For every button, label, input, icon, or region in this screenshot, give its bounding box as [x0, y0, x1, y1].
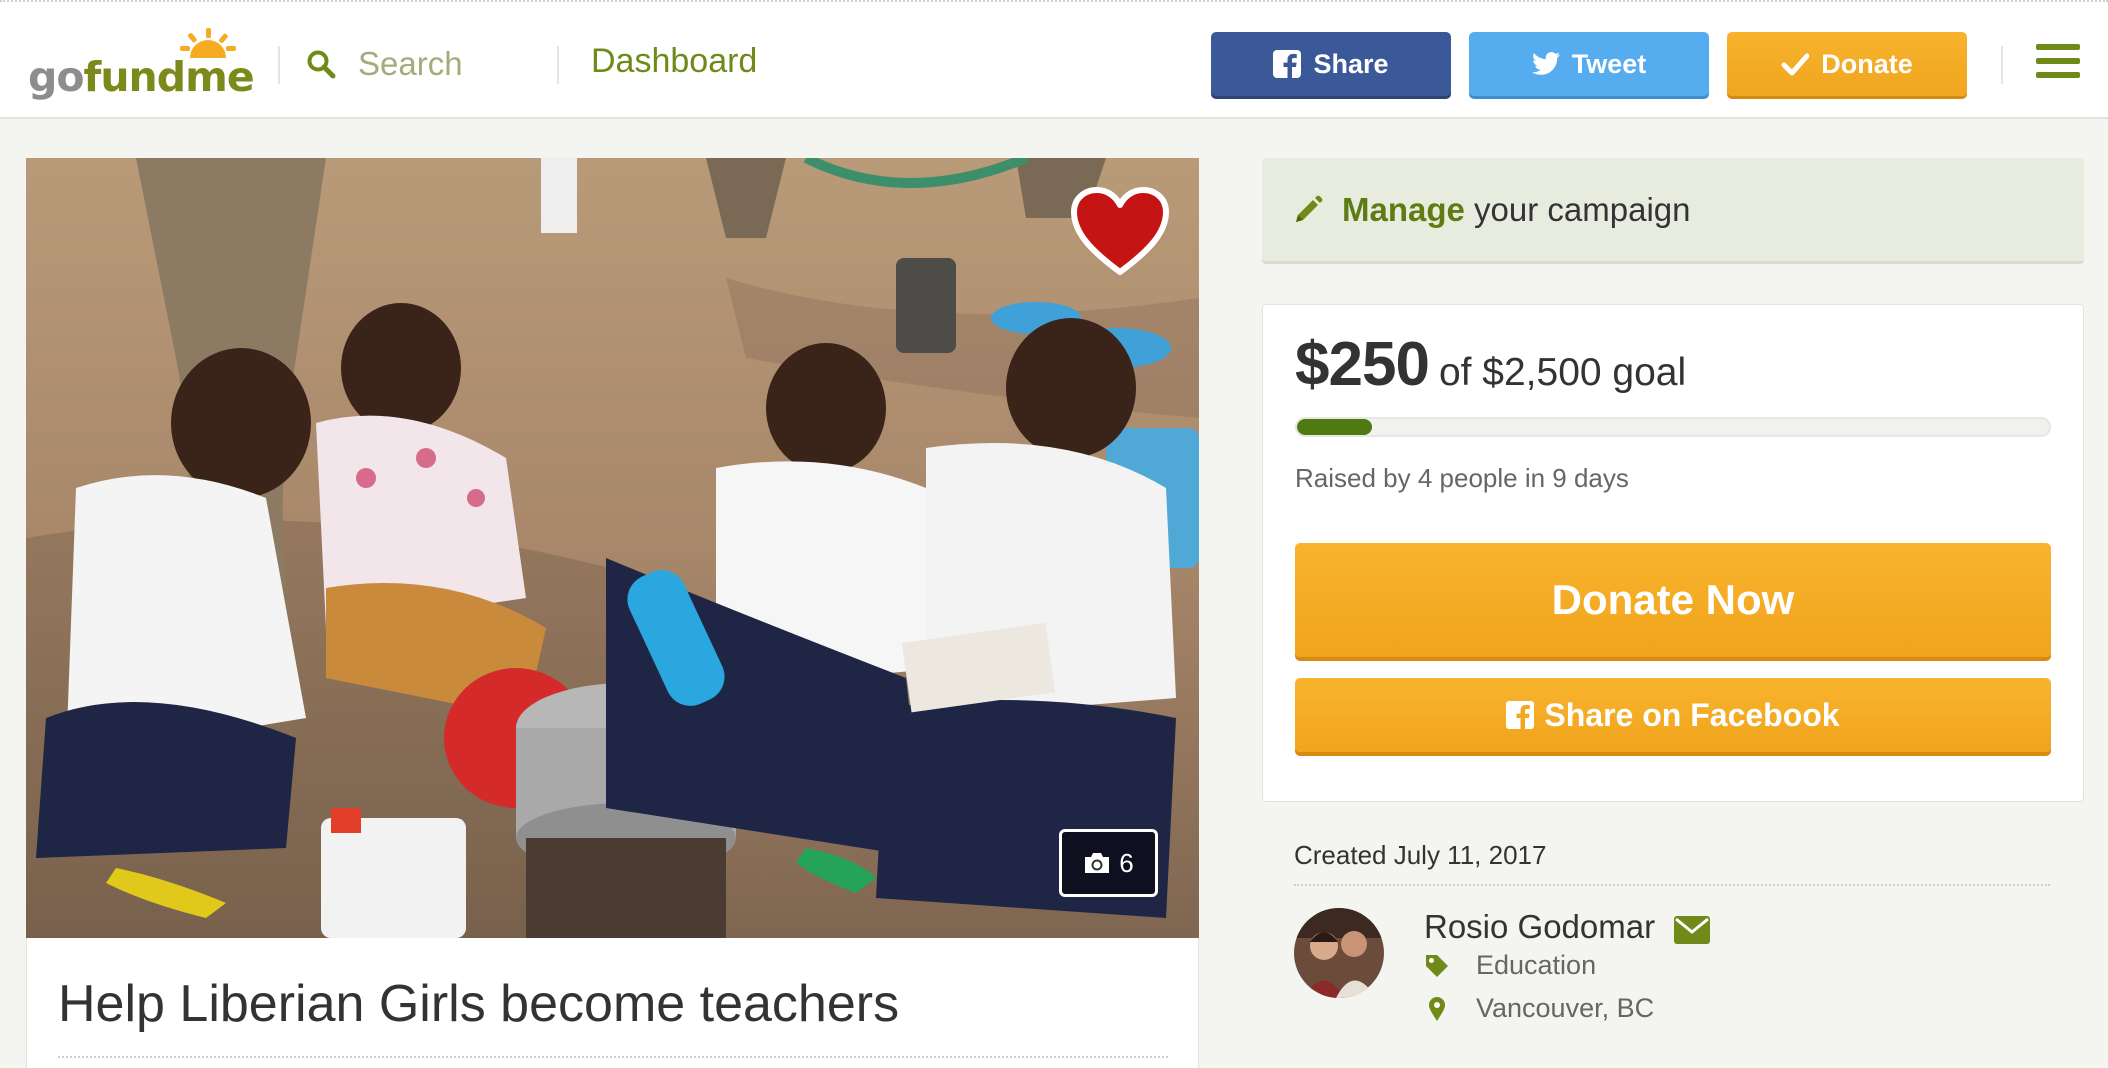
- logo-wordmark: gofundme: [28, 57, 255, 98]
- manage-strong: Manage: [1342, 190, 1465, 228]
- facebook-icon: [1273, 50, 1302, 78]
- top-navigation-bar: gofundme Dashboard Share Tweet Donate: [0, 0, 2108, 119]
- search-input[interactable]: [358, 45, 538, 83]
- header-donate-button[interactable]: Donate: [1727, 32, 1967, 96]
- camera-icon: [1085, 853, 1110, 873]
- campaign-photo-image: [26, 158, 1199, 938]
- pencil-icon: [1296, 195, 1323, 222]
- dashboard-link[interactable]: Dashboard: [591, 42, 757, 81]
- heart-icon[interactable]: [1070, 186, 1170, 278]
- raised-by-text: Raised by 4 people in 9 days: [1295, 463, 1629, 493]
- twitter-icon: [1531, 52, 1560, 75]
- progress-fill: [1297, 419, 1373, 435]
- map-pin-icon: [1429, 996, 1445, 1021]
- header-divider: [557, 46, 559, 84]
- share-on-facebook-button[interactable]: Share on Facebook: [1295, 678, 2051, 752]
- menu-icon[interactable]: [2036, 44, 2080, 82]
- amount-line: $250 of $2,500 goal: [1295, 329, 1686, 400]
- donation-card: $250 of $2,500 goal Raised by 4 people i…: [1262, 304, 2084, 802]
- divider: [1294, 884, 2050, 886]
- donate-button-label: Donate: [1821, 48, 1913, 79]
- donate-now-button[interactable]: Donate Now: [1295, 543, 2051, 657]
- logo-text-go: go: [28, 53, 85, 101]
- tweet-button[interactable]: Tweet: [1469, 32, 1709, 96]
- manage-campaign-text: Manage your campaign: [1342, 191, 1691, 229]
- logo-text-fund: fund: [83, 53, 187, 101]
- share-button-label: Share: [1313, 48, 1389, 79]
- facebook-icon: [1506, 701, 1535, 729]
- divider: [58, 1056, 1168, 1058]
- share-button[interactable]: Share: [1211, 32, 1451, 96]
- avatar[interactable]: [1294, 908, 1384, 998]
- logo-text-me: me: [185, 53, 255, 101]
- manage-rest: your campaign: [1464, 190, 1691, 228]
- location-row: Vancouver, BC: [1424, 993, 1654, 1024]
- tag-icon: [1426, 954, 1448, 977]
- share-on-facebook-label: Share on Facebook: [1544, 696, 1840, 733]
- gofundme-logo[interactable]: gofundme: [28, 28, 255, 98]
- search-box[interactable]: [306, 42, 538, 86]
- header-divider: [2001, 46, 2003, 84]
- photo-count: 6: [1119, 847, 1134, 878]
- avatar-image: [1294, 908, 1384, 998]
- progress-bar: [1295, 417, 2051, 437]
- organizer-name[interactable]: Rosio Godomar: [1424, 908, 1655, 946]
- goal-text: of $2,500 goal: [1438, 351, 1687, 394]
- location-label: Vancouver, BC: [1476, 993, 1655, 1023]
- campaign-photo[interactable]: [26, 158, 1199, 938]
- category-row: Education: [1424, 950, 1596, 981]
- logo-sun-icon: [180, 28, 236, 58]
- search-icon[interactable]: [306, 49, 336, 79]
- check-icon: [1781, 53, 1810, 76]
- manage-campaign-link[interactable]: Manage your campaign: [1262, 158, 2084, 264]
- raised-amount: $250: [1295, 330, 1430, 399]
- category-label[interactable]: Education: [1476, 950, 1596, 981]
- campaign-title: Help Liberian Girls become teachers: [58, 975, 900, 1033]
- tweet-button-label: Tweet: [1571, 48, 1647, 79]
- photo-count-button[interactable]: 6: [1059, 829, 1158, 897]
- created-date: Created July 11, 2017: [1294, 840, 1547, 870]
- envelope-icon[interactable]: [1674, 916, 1710, 944]
- header-divider: [278, 46, 280, 84]
